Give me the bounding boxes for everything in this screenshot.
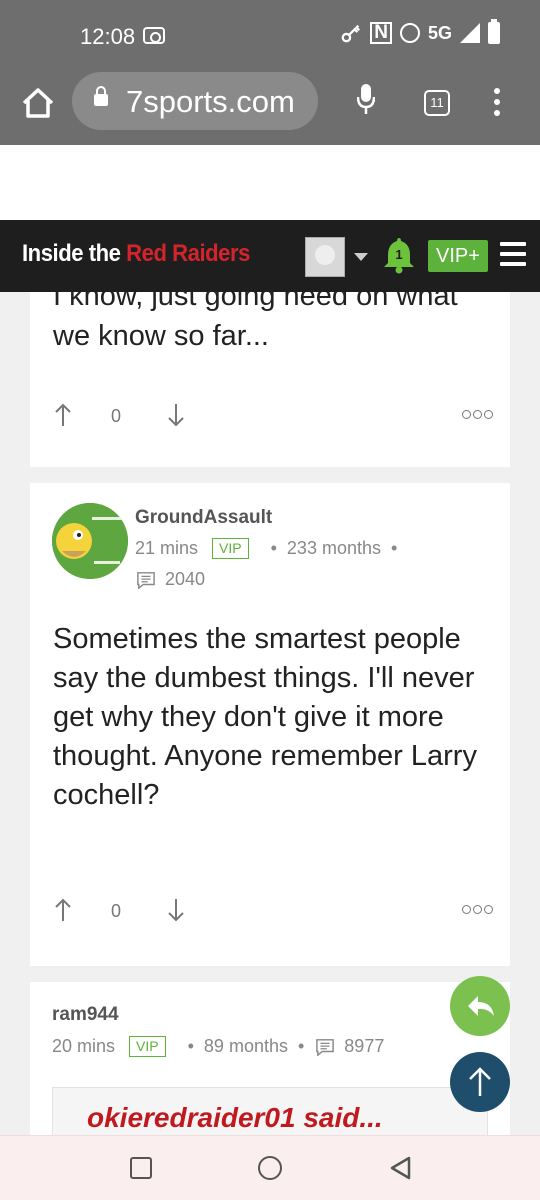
message-count-icon (316, 1038, 335, 1056)
vip-badge: VIP (129, 1036, 166, 1057)
screen-record-icon (143, 27, 165, 44)
logo-prefix: Inside the (22, 240, 127, 267)
vote-row: 0 (53, 897, 493, 927)
upvote-arrow-icon[interactable] (53, 897, 73, 923)
status-time: 12:08 (80, 24, 136, 49)
post-meta: 20 mins VIP • 89 months • 8977 (52, 1036, 385, 1057)
home-icon[interactable] (20, 85, 56, 121)
message-count-icon (137, 571, 155, 589)
vip-badge: VIP (212, 538, 249, 559)
avatar[interactable] (52, 503, 128, 579)
signal-icon (460, 23, 480, 43)
system-nav-bar (0, 1135, 540, 1200)
url-text: 7sports.com (126, 84, 295, 119)
notification-count: 1 (395, 247, 403, 262)
post-count-row: 2040 (135, 569, 205, 590)
page-top-spacer (0, 145, 540, 220)
vote-count: 0 (111, 406, 122, 426)
tab-switcher-button[interactable]: 11 (424, 90, 450, 116)
post-time: 20 mins (52, 1036, 116, 1056)
vip-plus-button[interactable]: VIP+ (428, 240, 488, 272)
post-time: 21 mins (135, 538, 199, 558)
post-count: 8977 (344, 1036, 385, 1056)
status-icons: N 5G (340, 19, 500, 44)
more-options-icon[interactable] (462, 905, 493, 914)
address-bar[interactable]: 7sports.com (72, 72, 318, 130)
more-options-icon[interactable] (462, 410, 493, 419)
network-type: 5G (427, 22, 452, 43)
post-count: 2040 (165, 569, 206, 589)
post-author[interactable]: GroundAssault (135, 507, 272, 529)
vote-count: 0 (111, 901, 122, 921)
vote-row: 0 (53, 402, 493, 432)
post-card: GroundAssault 21 mins VIP • 233 months •… (30, 483, 510, 966)
post-card: ram944 20 mins VIP • 89 months • 8977 ok… (30, 982, 510, 1135)
status-bar: 12:08 N 5G (0, 0, 540, 70)
post-body: I know, just going need on what we know … (53, 292, 458, 352)
reply-button[interactable] (450, 976, 510, 1036)
vpn-key-icon (341, 24, 361, 43)
member-tenure: 89 months (203, 1036, 288, 1056)
home-circle-icon[interactable] (258, 1156, 282, 1180)
recent-apps-icon[interactable] (130, 1157, 152, 1179)
alarm-icon (399, 23, 420, 43)
user-avatar[interactable] (305, 237, 345, 277)
site-logo[interactable]: Inside the Red Raiders (22, 240, 250, 268)
battery-icon (488, 19, 500, 44)
arrow-up-icon (469, 1067, 491, 1096)
post-meta: 21 mins VIP • 233 months • (135, 538, 398, 559)
member-tenure: 233 months (286, 538, 381, 558)
scroll-to-top-button[interactable] (450, 1052, 510, 1112)
homer-avatar-image (52, 503, 128, 579)
quote-block: okieredraider01 said... (52, 1087, 488, 1135)
downvote-arrow-icon[interactable] (166, 897, 186, 923)
upvote-arrow-icon[interactable] (53, 402, 73, 428)
lock-icon (94, 86, 108, 106)
browser-toolbar: 7sports.com 11 (0, 70, 540, 145)
post-author[interactable]: ram944 (52, 1004, 119, 1026)
hamburger-menu-icon[interactable] (500, 242, 526, 266)
reply-arrow-icon (468, 996, 494, 1016)
site-header: Inside the Red Raiders 1 VIP+ (0, 220, 540, 292)
post-card: I know, just going need on what we know … (30, 292, 510, 467)
quote-attribution: okieredraider01 said... (87, 1102, 383, 1133)
chevron-down-icon[interactable] (354, 253, 368, 261)
nfc-icon: N (370, 22, 392, 44)
downvote-arrow-icon[interactable] (166, 402, 186, 428)
back-icon[interactable] (388, 1155, 412, 1181)
logo-accent: Red Raiders (126, 240, 250, 267)
browser-menu-icon[interactable] (492, 88, 502, 118)
post-body: Sometimes the smartest people say the du… (53, 623, 477, 811)
microphone-icon[interactable] (357, 84, 375, 114)
